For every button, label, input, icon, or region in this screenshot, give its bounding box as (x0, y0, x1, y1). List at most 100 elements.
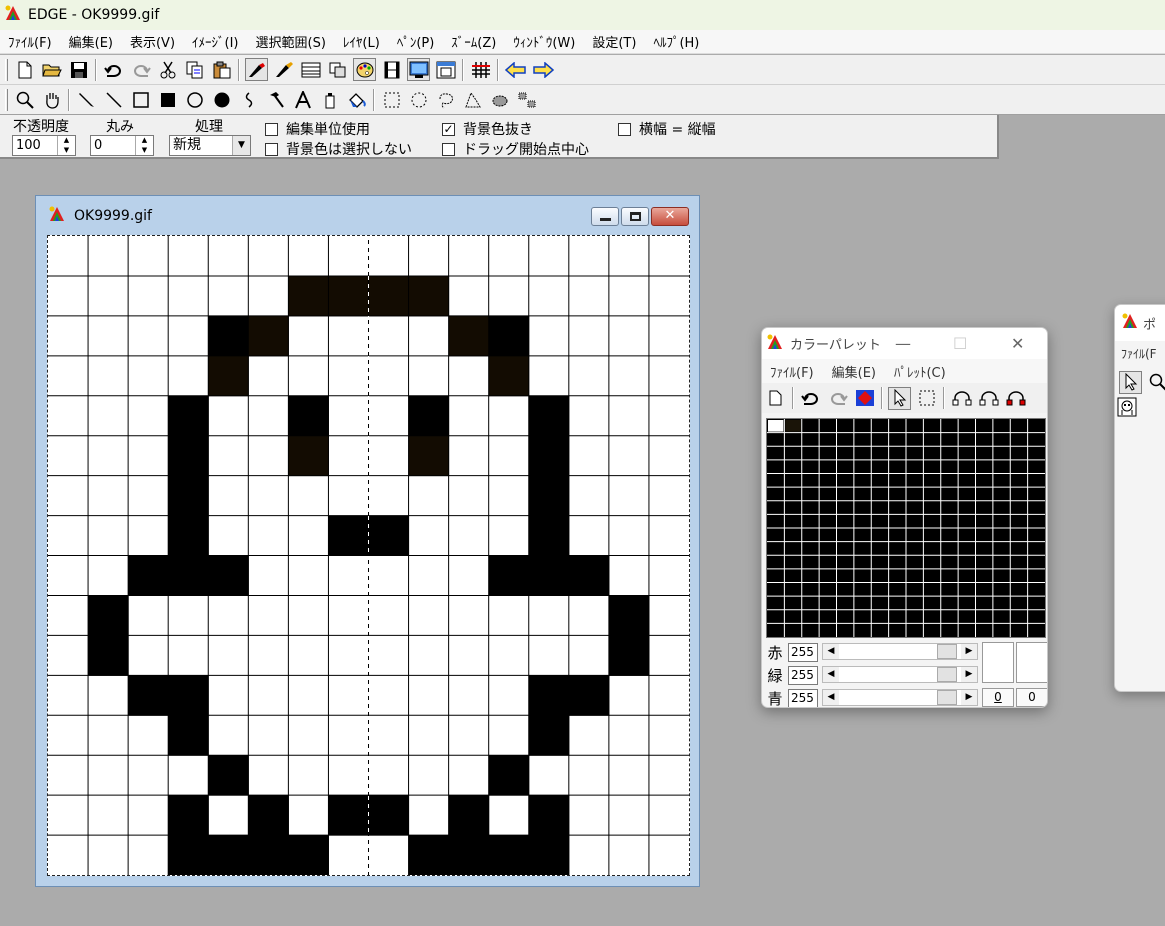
pen-mode-button[interactable] (245, 58, 268, 81)
palette-cells[interactable] (767, 419, 1045, 637)
palette-close-icon[interactable]: ✕ (1011, 334, 1024, 353)
bg-not-selected-checkbox[interactable]: 背景色は選択しない (265, 139, 412, 159)
red-slider[interactable]: ◀ ▶ (822, 643, 978, 660)
pixel-cell[interactable] (408, 395, 450, 437)
opacity-spinner[interactable]: 100 ▲ ▼ (12, 135, 76, 156)
pixel-cell[interactable] (88, 635, 129, 676)
redo-button[interactable] (129, 58, 152, 81)
pixel-cell[interactable] (168, 675, 209, 716)
scroll-left-icon[interactable]: ◀ (823, 690, 839, 705)
maximize-button[interactable] (621, 207, 649, 226)
open-file-button[interactable] (40, 58, 63, 81)
pixel-cell[interactable] (528, 715, 570, 756)
pixel-cell[interactable] (488, 835, 530, 876)
pixel-cell[interactable] (128, 675, 169, 716)
polygon-select-tool[interactable] (461, 88, 484, 111)
rectangle-tool[interactable] (129, 88, 152, 111)
pixel-cell[interactable] (488, 555, 530, 596)
ellipse-tool[interactable] (183, 88, 206, 111)
text-tool[interactable] (291, 88, 314, 111)
menu-help[interactable]: ﾍﾙﾌﾟ(H) (653, 32, 699, 51)
third-window-menu-file[interactable]: ﾌｧｲﾙ(F (1115, 341, 1165, 367)
spin-down-icon[interactable]: ▼ (58, 146, 75, 156)
menu-image[interactable]: ｲﾒｰｼﾞ(I) (192, 32, 238, 51)
pixel-cell[interactable] (288, 435, 329, 477)
next-frame-button[interactable] (531, 58, 554, 81)
save-button[interactable] (67, 58, 90, 81)
pixel-cell[interactable] (168, 715, 209, 756)
palette-color-button[interactable] (853, 387, 876, 410)
edit-unit-checkbox[interactable]: 編集単位使用 (265, 119, 370, 139)
new-file-button[interactable] (13, 58, 36, 81)
palette-menu-palette[interactable]: ﾊﾟﾚｯﾄ(C) (894, 362, 946, 381)
undo-button[interactable] (102, 58, 125, 81)
roundness-value[interactable]: 0 (91, 136, 135, 155)
dropdown-arrow-icon[interactable]: ▼ (232, 136, 250, 155)
bg-transparent-checkbox[interactable]: ✓ 背景色抜き (442, 119, 533, 139)
copy-button[interactable] (183, 58, 206, 81)
hand-tool[interactable] (40, 88, 63, 111)
menu-layer[interactable]: ﾚｲﾔ(L) (343, 32, 380, 51)
spray-tool[interactable] (318, 88, 341, 111)
aspect-lock-check-box[interactable] (618, 122, 631, 136)
drawing-canvas[interactable] (47, 235, 690, 876)
brush-mode-button[interactable] (272, 58, 295, 81)
paste-button[interactable] (210, 58, 233, 81)
menu-pen[interactable]: ﾍﾟﾝ(P) (397, 32, 434, 51)
pixel-grid[interactable] (48, 236, 689, 876)
pixel-cell[interactable] (248, 315, 289, 357)
toolbar-grip[interactable] (5, 58, 8, 81)
palette-minimize-icon[interactable]: — (895, 334, 911, 353)
palette-cell[interactable] (785, 420, 801, 432)
thumbnail-icon[interactable] (1117, 397, 1165, 421)
foreground-color-swatch[interactable] (982, 642, 1014, 683)
palette-menu-edit[interactable]: 編集(E) (832, 362, 876, 381)
pixel-cell[interactable] (288, 275, 329, 317)
magic-select-tool[interactable] (488, 88, 511, 111)
hammer-tool[interactable] (264, 88, 287, 111)
menu-view[interactable]: 表示(V) (130, 32, 175, 51)
blue-slider[interactable]: ◀ ▶ (822, 689, 978, 706)
pixel-cell[interactable] (408, 435, 450, 477)
blue-value[interactable]: 255 (788, 689, 818, 707)
menu-selection[interactable]: 選択範囲(S) (256, 32, 326, 51)
palette-color-grid[interactable] (766, 418, 1046, 638)
pixel-cell[interactable] (608, 595, 650, 636)
palette-gradient-button-1[interactable] (950, 387, 973, 410)
pencil-tool[interactable] (75, 88, 98, 111)
minimize-button[interactable] (591, 207, 619, 226)
scroll-left-icon[interactable]: ◀ (823, 644, 839, 659)
pixel-cell[interactable] (128, 555, 169, 596)
pixel-cell[interactable] (248, 795, 289, 836)
grid-button[interactable] (469, 58, 492, 81)
bg-transparent-check-box[interactable]: ✓ (442, 122, 455, 136)
scroll-right-icon[interactable]: ▶ (961, 667, 977, 682)
pixel-cell[interactable] (608, 635, 650, 676)
palette-maximize-icon[interactable]: ☐ (953, 334, 967, 353)
menu-window[interactable]: ｳｨﾝﾄﾞｳ(W) (513, 32, 575, 51)
zoom-tool[interactable] (13, 88, 36, 111)
palette-cell-selected[interactable] (768, 420, 784, 432)
pixel-cell[interactable] (168, 555, 209, 596)
fit-window-button[interactable] (434, 58, 457, 81)
palette-menu-file[interactable]: ﾌｧｲﾙ(F) (770, 362, 814, 381)
curve-tool[interactable] (237, 88, 260, 111)
palette-redo-button[interactable] (826, 387, 849, 410)
pixel-cell[interactable] (368, 795, 410, 836)
pixel-cell[interactable] (368, 275, 410, 317)
pixel-cell[interactable] (88, 595, 129, 636)
pixel-cell[interactable] (168, 395, 209, 437)
lasso-tool[interactable] (434, 88, 457, 111)
pixel-cell[interactable] (288, 395, 329, 437)
spin-up-icon[interactable]: ▲ (136, 136, 153, 146)
palette-gradient-button-3[interactable] (1004, 387, 1027, 410)
spin-down-icon[interactable]: ▼ (136, 146, 153, 156)
opacity-value[interactable]: 100 (13, 136, 57, 155)
cut-button[interactable] (156, 58, 179, 81)
third-pointer-button[interactable] (1119, 370, 1142, 394)
pixel-cell[interactable] (208, 355, 249, 397)
pixel-cell[interactable] (408, 835, 450, 876)
pixel-cell[interactable] (528, 515, 570, 556)
pixel-cell[interactable] (288, 835, 329, 876)
pixel-cell[interactable] (528, 475, 570, 517)
